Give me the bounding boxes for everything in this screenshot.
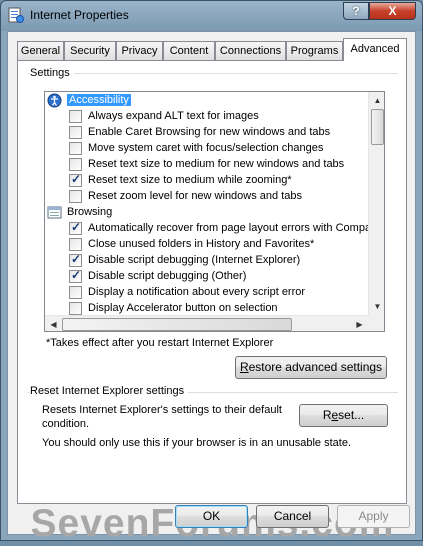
- internet-options-icon: [8, 7, 24, 23]
- tab-label: Privacy: [121, 45, 158, 57]
- setting-row[interactable]: ✓ Reset text size to medium while zooming…: [45, 172, 368, 189]
- ok-button[interactable]: OK: [175, 505, 248, 528]
- setting-checkbox[interactable]: ✓: [69, 158, 82, 171]
- category-label: Accessibility: [67, 94, 131, 106]
- setting-row[interactable]: ✓ Always expand ALT text for images: [45, 109, 368, 125]
- accessibility-icon: [47, 93, 62, 108]
- tab-label: Connections: [219, 45, 282, 57]
- setting-checkbox[interactable]: ✓: [69, 252, 82, 267]
- cancel-button[interactable]: Cancel: [256, 505, 329, 528]
- scroll-down-icon[interactable]: ▼: [369, 298, 384, 315]
- tab-label: Content: [169, 45, 209, 57]
- tab-label: General: [20, 45, 61, 57]
- settings-group-label: Settings: [30, 67, 74, 79]
- scroll-right-icon[interactable]: ▶: [351, 316, 368, 331]
- setting-row[interactable]: ✓ Reset zoom level for new windows and ta…: [45, 189, 368, 205]
- reset-description: Resets Internet Explorer's settings to t…: [42, 404, 282, 430]
- scroll-up-icon[interactable]: ▲: [369, 92, 384, 109]
- scroll-left-icon[interactable]: ◀: [45, 316, 62, 331]
- apply-button[interactable]: Apply: [337, 505, 410, 528]
- setting-checkbox[interactable]: ✓: [69, 302, 82, 315]
- setting-row[interactable]: ✓ Display Accelerator button on selection: [45, 301, 368, 315]
- setting-row[interactable]: ✓ Enable Caret Browsing for new windows a…: [45, 125, 368, 141]
- restart-note: *Takes effect after you restart Internet…: [46, 337, 274, 349]
- setting-row[interactable]: ✓ Close unused folders in History and Fav…: [45, 237, 368, 253]
- settings-group-divider: [28, 73, 398, 74]
- tab-advanced[interactable]: Advanced: [343, 38, 407, 61]
- setting-checkbox[interactable]: ✓: [69, 190, 82, 203]
- setting-label: Display a notification about every scrip…: [88, 286, 306, 298]
- restore-label: estore advanced settings: [248, 360, 383, 374]
- tab-general[interactable]: General: [17, 41, 64, 60]
- setting-label: Automatically recover from page layout e…: [88, 222, 368, 234]
- close-button[interactable]: X: [369, 2, 416, 20]
- reset-label-end: set...: [338, 408, 365, 422]
- restore-mnemonic: R: [239, 360, 249, 374]
- tab-privacy[interactable]: Privacy: [116, 41, 163, 60]
- setting-checkbox[interactable]: ✓: [69, 238, 82, 251]
- checkmark-icon: ✓: [71, 268, 82, 282]
- scrollbar-corner: [368, 315, 384, 331]
- tab-content[interactable]: Content: [163, 41, 215, 60]
- reset-button[interactable]: Reset...: [299, 404, 388, 427]
- horizontal-scrollbar[interactable]: ◀ ▶: [45, 315, 368, 331]
- title-bar[interactable]: Internet Properties ? X: [1, 1, 422, 31]
- window-title: Internet Properties: [30, 8, 129, 22]
- setting-label: Enable Caret Browsing for new windows an…: [88, 126, 331, 138]
- tab-strip: General Security Privacy Content Connect…: [17, 38, 407, 61]
- tab-programs[interactable]: Programs: [286, 41, 343, 60]
- setting-label: Close unused folders in History and Favo…: [88, 238, 315, 250]
- settings-tree-list[interactable]: Accessibility ✓ Always expand ALT text for…: [44, 91, 385, 332]
- help-button[interactable]: ?: [343, 2, 369, 20]
- checkmark-icon: ✓: [71, 220, 82, 234]
- setting-checkbox[interactable]: ✓: [69, 110, 82, 123]
- setting-checkbox[interactable]: ✓: [69, 142, 82, 155]
- horizontal-scroll-thumb[interactable]: [62, 318, 292, 331]
- reset-warning: You should only use this if your browser…: [42, 437, 351, 449]
- setting-label: Disable script debugging (Other): [88, 270, 247, 282]
- setting-label: Always expand ALT text for images: [88, 110, 259, 122]
- restore-advanced-settings-button[interactable]: Restore advanced settings: [235, 356, 387, 379]
- close-icon: X: [388, 4, 397, 18]
- checkmark-icon: ✓: [71, 172, 82, 186]
- setting-checkbox[interactable]: ✓: [69, 220, 82, 235]
- setting-row[interactable]: ✓ Disable script debugging (Internet Expl…: [45, 252, 368, 269]
- setting-label: Disable script debugging (Internet Explo…: [88, 254, 301, 266]
- advanced-tab-panel: Settings Accessibility ✓ Always expand ALT…: [17, 60, 407, 504]
- help-icon: ?: [352, 4, 360, 18]
- setting-label: Move system caret with focus/selection c…: [88, 142, 324, 154]
- settings-tree-items: Accessibility ✓ Always expand ALT text for…: [45, 92, 368, 315]
- setting-label: Display Accelerator button on selection: [88, 302, 278, 314]
- category-browsing[interactable]: Browsing: [45, 205, 368, 221]
- setting-checkbox[interactable]: ✓: [69, 268, 82, 283]
- setting-label: Reset text size to medium while zooming*: [88, 174, 292, 186]
- setting-checkbox[interactable]: ✓: [69, 286, 82, 299]
- vertical-scroll-thumb[interactable]: [371, 109, 384, 145]
- setting-checkbox[interactable]: ✓: [69, 172, 82, 187]
- setting-label: Reset text size to medium for new window…: [88, 158, 345, 170]
- tab-connections[interactable]: Connections: [215, 41, 286, 60]
- tab-label: Advanced: [350, 43, 400, 55]
- tab-security[interactable]: Security: [64, 41, 116, 60]
- setting-checkbox[interactable]: ✓: [69, 126, 82, 139]
- setting-row[interactable]: ✓ Automatically recover from page layout …: [45, 220, 368, 237]
- setting-row[interactable]: ✓ Move system caret with focus/selection …: [45, 141, 368, 157]
- setting-row[interactable]: ✓ Display a notification about every scri…: [45, 285, 368, 301]
- vertical-scrollbar[interactable]: ▲ ▼: [368, 92, 384, 315]
- tab-label: Programs: [290, 45, 339, 57]
- internet-properties-window: Internet Properties ? X General Security…: [0, 0, 423, 545]
- setting-row[interactable]: ✓ Reset text size to medium for new windo…: [45, 157, 368, 173]
- category-label: Browsing: [67, 206, 113, 218]
- checkmark-icon: ✓: [71, 252, 82, 266]
- dialog-client-area: General Security Privacy Content Connect…: [7, 31, 416, 545]
- tab-label: Security: [70, 45, 110, 57]
- setting-row[interactable]: ✓ Disable script debugging (Other): [45, 268, 368, 285]
- category-accessibility[interactable]: Accessibility: [45, 93, 368, 109]
- browsing-icon: [47, 206, 62, 219]
- setting-label: Reset zoom level for new windows and tab…: [88, 190, 302, 202]
- reset-group-label: Reset Internet Explorer settings: [30, 385, 189, 397]
